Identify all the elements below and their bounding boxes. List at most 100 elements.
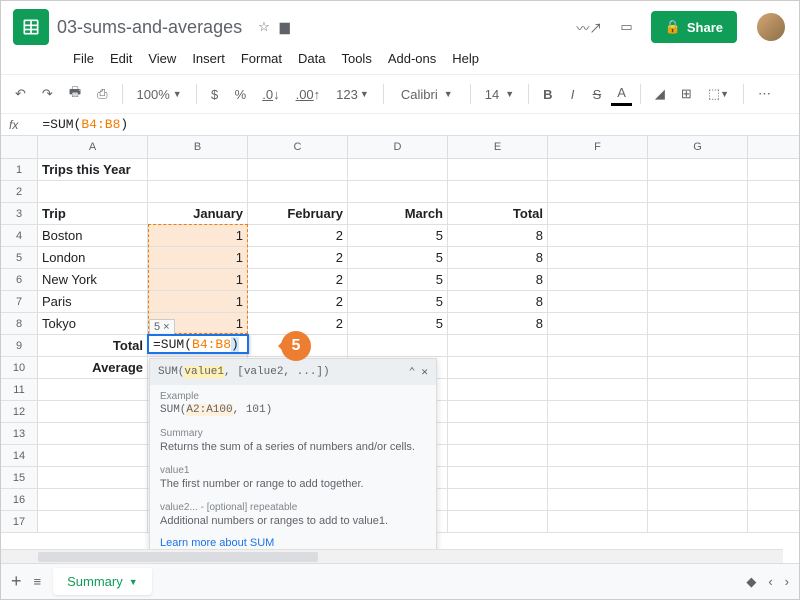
scroll-right-button[interactable]: ›: [785, 574, 789, 589]
cell[interactable]: [648, 159, 748, 180]
folder-icon[interactable]: ▆: [280, 19, 290, 35]
select-all-corner[interactable]: [1, 136, 38, 158]
currency-button[interactable]: $: [205, 83, 225, 106]
row-header[interactable]: 12: [1, 401, 38, 422]
scroll-left-button[interactable]: ‹: [768, 574, 772, 589]
cell[interactable]: [648, 247, 748, 268]
cell[interactable]: [448, 423, 548, 444]
row-header[interactable]: 16: [1, 489, 38, 510]
cell[interactable]: [548, 225, 648, 246]
cell[interactable]: [548, 489, 648, 510]
cell[interactable]: [448, 511, 548, 532]
cell[interactable]: 1: [148, 225, 248, 246]
cell[interactable]: [448, 489, 548, 510]
cell[interactable]: [548, 269, 648, 290]
cell[interactable]: [548, 445, 648, 466]
share-button[interactable]: 🔒 Share: [651, 11, 737, 43]
cell[interactable]: [548, 313, 648, 334]
add-sheet-button[interactable]: +: [11, 571, 22, 592]
cell[interactable]: Tokyo: [38, 313, 148, 334]
col-header-E[interactable]: E: [448, 136, 548, 158]
cell[interactable]: [648, 225, 748, 246]
menu-data[interactable]: Data: [292, 49, 331, 68]
cell[interactable]: 8: [448, 291, 548, 312]
cell[interactable]: [38, 467, 148, 488]
menu-view[interactable]: View: [142, 49, 182, 68]
trend-icon[interactable]: 〰↗: [576, 18, 602, 37]
cell[interactable]: [548, 357, 648, 378]
comments-icon[interactable]: ▭: [620, 19, 632, 35]
col-header-F[interactable]: F: [548, 136, 648, 158]
cell[interactable]: 8: [448, 225, 548, 246]
cell[interactable]: [448, 379, 548, 400]
spreadsheet-grid[interactable]: A B C D E F G 1Trips this Year 2 3TripJa…: [1, 136, 799, 533]
cell[interactable]: 2: [248, 291, 348, 312]
cell[interactable]: [348, 335, 448, 356]
cell[interactable]: [448, 159, 548, 180]
cell[interactable]: Total: [448, 203, 548, 224]
cell[interactable]: [448, 401, 548, 422]
merge-button[interactable]: ⬚ ▼: [702, 82, 735, 106]
scrollbar-thumb[interactable]: [38, 552, 318, 562]
cell[interactable]: [548, 423, 648, 444]
cell[interactable]: 8: [448, 247, 548, 268]
formula-bar[interactable]: fx =SUM(B4:B8): [1, 114, 799, 136]
row-header[interactable]: 5: [1, 247, 38, 268]
cell[interactable]: [548, 159, 648, 180]
italic-button[interactable]: I: [563, 83, 583, 106]
cell[interactable]: 5: [348, 247, 448, 268]
dec-decrease-button[interactable]: .0↓: [256, 83, 285, 106]
cell[interactable]: 5: [348, 225, 448, 246]
cell[interactable]: [38, 379, 148, 400]
cell[interactable]: Paris: [38, 291, 148, 312]
cell[interactable]: 8: [448, 313, 548, 334]
chevron-down-icon[interactable]: ▼: [129, 577, 138, 587]
percent-button[interactable]: %: [229, 83, 253, 106]
cell[interactable]: Trip: [38, 203, 148, 224]
document-title[interactable]: 03-sums-and-averages: [57, 17, 242, 38]
cell[interactable]: [38, 423, 148, 444]
strike-button[interactable]: S: [587, 83, 608, 106]
cell[interactable]: [648, 357, 748, 378]
row-header[interactable]: 7: [1, 291, 38, 312]
cell[interactable]: [548, 401, 648, 422]
menu-edit[interactable]: Edit: [104, 49, 138, 68]
borders-button[interactable]: ⊞: [675, 82, 698, 106]
cell[interactable]: [548, 247, 648, 268]
cell[interactable]: [38, 511, 148, 532]
cell[interactable]: Boston: [38, 225, 148, 246]
cell[interactable]: [548, 379, 648, 400]
row-header[interactable]: 13: [1, 423, 38, 444]
menu-insert[interactable]: Insert: [186, 49, 231, 68]
cell[interactable]: [648, 489, 748, 510]
cell[interactable]: [38, 445, 148, 466]
cell[interactable]: [348, 159, 448, 180]
explore-button[interactable]: ◆: [746, 574, 756, 590]
all-sheets-button[interactable]: ≡: [34, 574, 42, 589]
cell[interactable]: January: [148, 203, 248, 224]
close-icon[interactable]: ×: [163, 321, 169, 333]
account-avatar[interactable]: [755, 11, 787, 43]
cell[interactable]: Average: [38, 357, 148, 378]
menu-file[interactable]: File: [67, 49, 100, 68]
font-select[interactable]: Calibri ▼: [392, 83, 462, 106]
cell[interactable]: [648, 291, 748, 312]
cell[interactable]: 1: [148, 291, 248, 312]
redo-button[interactable]: ↷: [36, 82, 59, 106]
menu-format[interactable]: Format: [235, 49, 288, 68]
cell[interactable]: [348, 181, 448, 202]
cell[interactable]: [448, 467, 548, 488]
paint-format-button[interactable]: ⎙: [91, 82, 113, 106]
cell[interactable]: [448, 445, 548, 466]
cell[interactable]: [648, 181, 748, 202]
cell[interactable]: [648, 423, 748, 444]
text-color-button[interactable]: A: [611, 83, 632, 106]
cell[interactable]: 1: [148, 247, 248, 268]
col-header-D[interactable]: D: [348, 136, 448, 158]
menu-tools[interactable]: Tools: [335, 49, 377, 68]
col-header-C[interactable]: C: [248, 136, 348, 158]
cell[interactable]: [38, 401, 148, 422]
cell[interactable]: [148, 181, 248, 202]
fill-color-button[interactable]: ◢: [649, 82, 671, 106]
cell[interactable]: March: [348, 203, 448, 224]
